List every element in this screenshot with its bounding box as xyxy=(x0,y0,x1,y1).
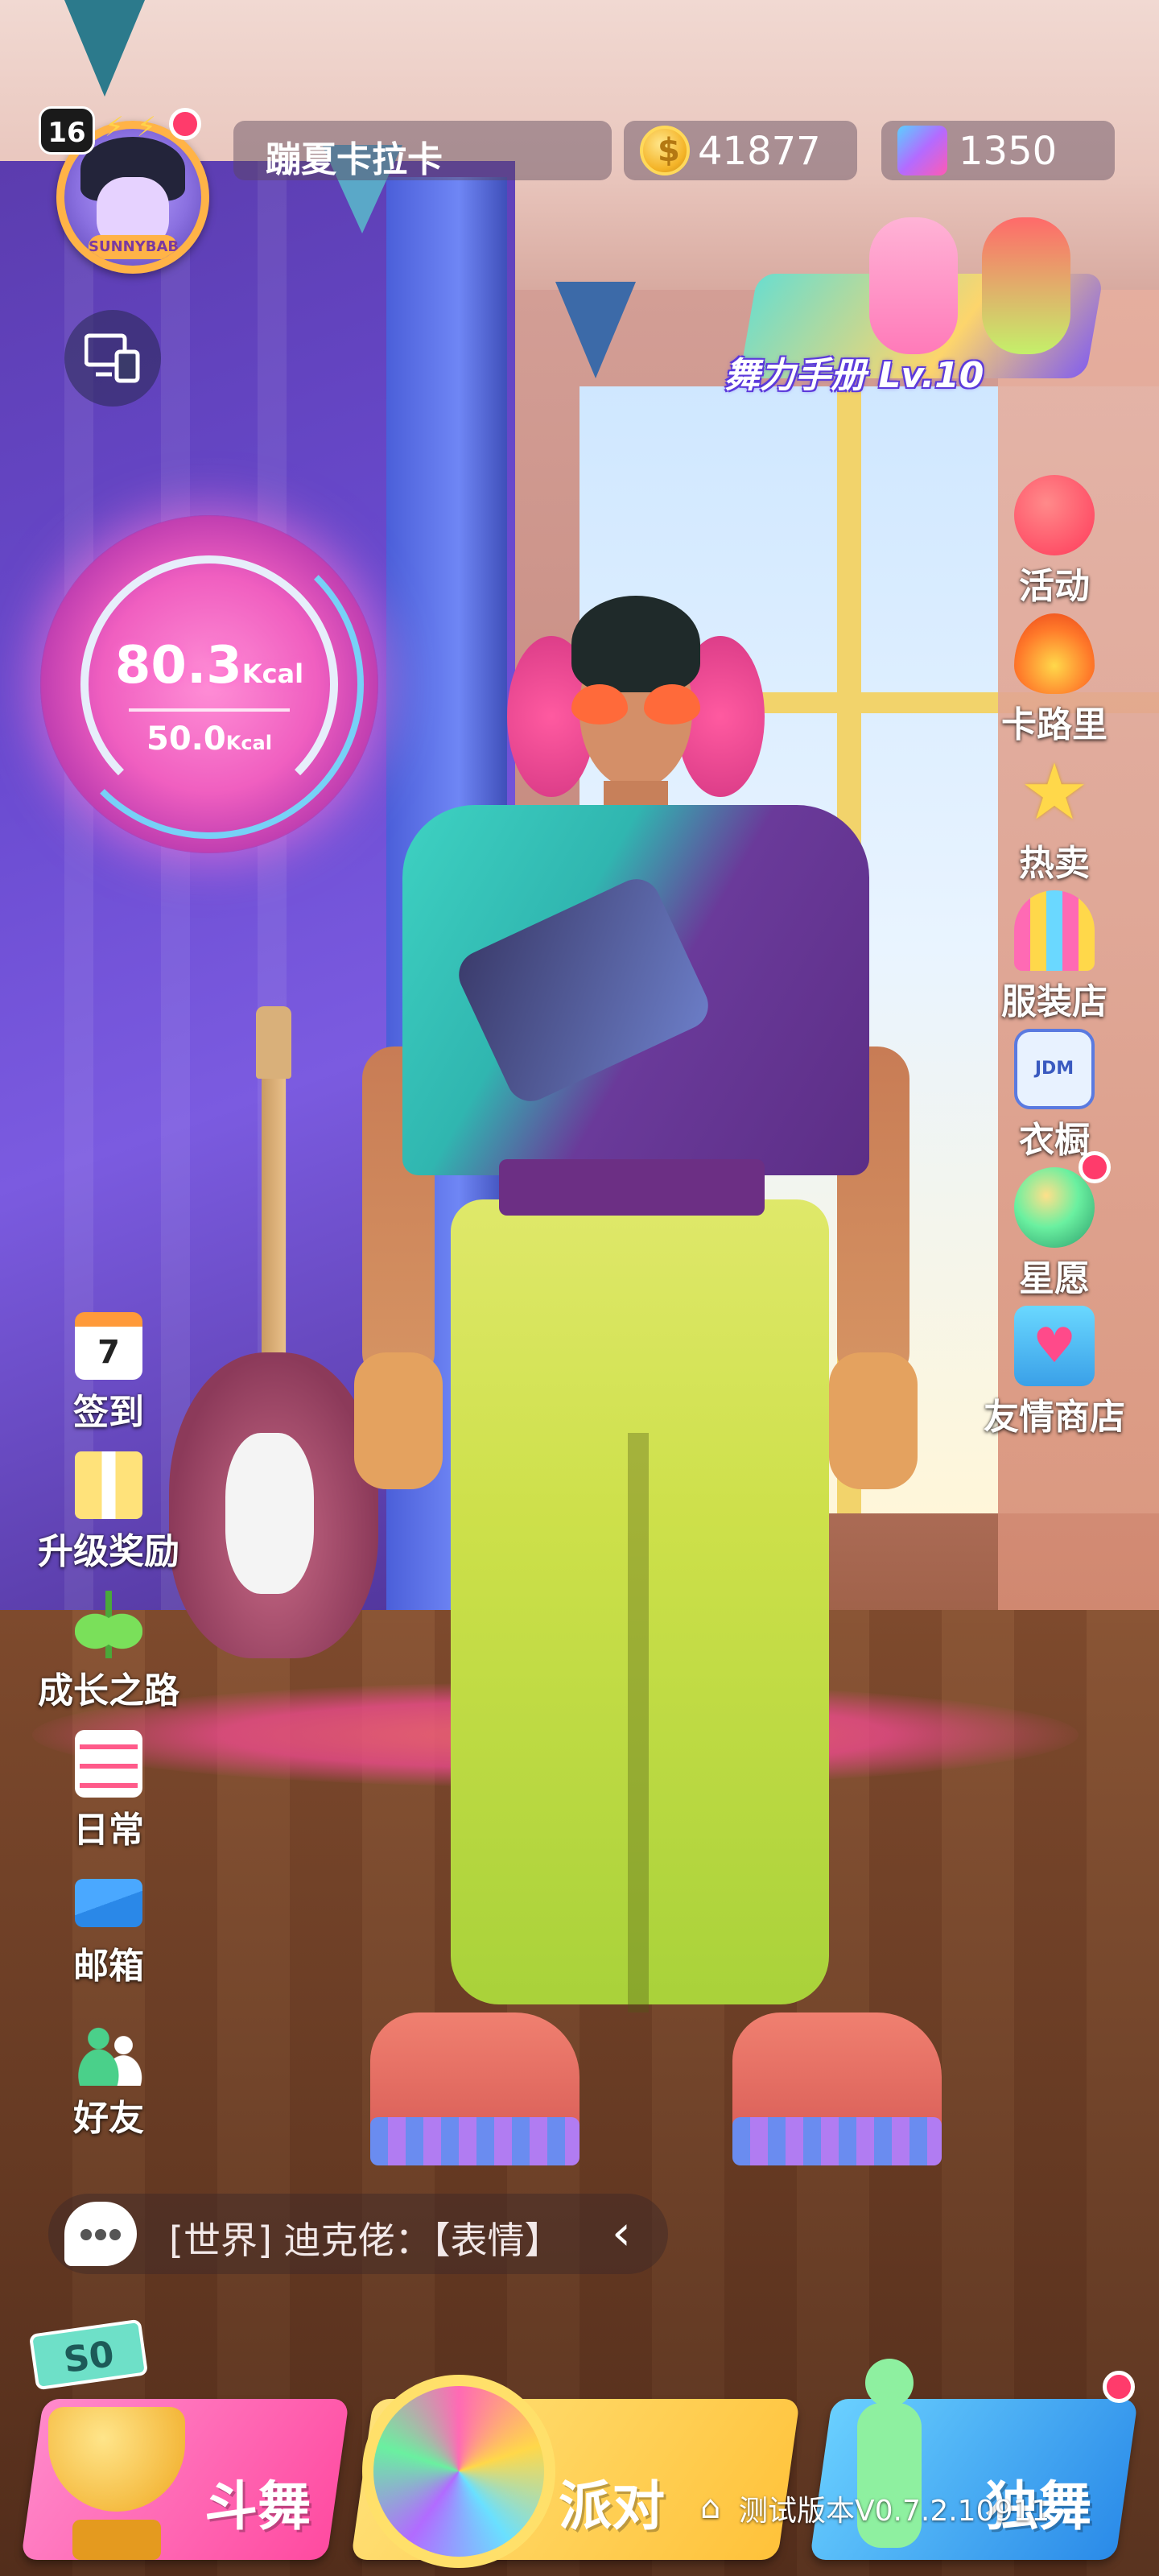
battle-dance-label: 斗舞 xyxy=(204,2475,311,2537)
home-icon: ⌂ xyxy=(700,2489,721,2526)
gift-bag-icon: ♥ xyxy=(1014,1306,1095,1386)
menu-friends[interactable]: 好友 xyxy=(24,2018,193,2157)
coin-counter[interactable]: 41877 xyxy=(624,121,857,180)
calendar-icon: 7 xyxy=(75,1312,142,1380)
gift-box-icon xyxy=(75,1451,142,1519)
balloons-icon xyxy=(1014,475,1095,555)
menu-growth-path[interactable]: 成长之路 xyxy=(24,1591,193,1730)
menu-upgrade-reward[interactable]: 升级奖励 xyxy=(24,1451,193,1591)
right-side-menu: 活动 卡路里 ★ 热卖 服装店 JDM 衣橱 星愿 ♥ 友情商店 xyxy=(982,475,1127,1444)
world-chat-bar[interactable]: [世界] 迪克佬：【表情】 ‹ xyxy=(48,2194,668,2274)
pennant-flag xyxy=(555,282,636,378)
chat-bubble-icon xyxy=(64,2202,137,2266)
menu-friendship-shop[interactable]: ♥ 友情商店 xyxy=(982,1306,1127,1444)
party-label: 派对 xyxy=(559,2475,666,2537)
wish-orb-icon xyxy=(1014,1167,1095,1248)
coin-amount: 41877 xyxy=(698,129,821,174)
menu-mailbox[interactable]: 邮箱 xyxy=(24,1879,193,2018)
disco-ball-icon xyxy=(362,2375,555,2568)
calorie-ring-display: 80.3Kcal 50.0Kcal xyxy=(40,515,378,853)
bolt-icon: ⚡ xyxy=(137,111,156,143)
screen-cast-icon xyxy=(85,333,140,383)
latest-chat-message: [世界] 迪克佬：【表情】 xyxy=(169,2219,562,2262)
dance-manual-label: 舞力手册 Lv.10 xyxy=(724,355,984,396)
gold-coin-icon xyxy=(640,126,690,175)
gem-counter[interactable]: 1350 xyxy=(881,121,1115,180)
menu-calories[interactable]: 卡路里 xyxy=(982,613,1127,752)
calorie-current: 80.3Kcal xyxy=(114,636,304,696)
menu-sign-in[interactable]: 7 签到 xyxy=(24,1312,193,1451)
screen-cast-button[interactable] xyxy=(64,310,161,407)
bolt-icon: ⚡ xyxy=(105,111,124,143)
bottom-mode-bar: 斗舞 S0 派对 独舞 xyxy=(0,2310,1159,2576)
shop-awning-icon xyxy=(1014,890,1095,971)
player-name: 蹦夏卡拉卡 xyxy=(266,139,443,180)
menu-clothing-store[interactable]: 服装店 xyxy=(982,890,1127,1029)
avatar-badge-text: SUNNYBAB xyxy=(89,235,179,259)
flame-icon xyxy=(1014,613,1095,694)
shirt-icon: JDM xyxy=(1014,1029,1095,1109)
menu-activity[interactable]: 活动 xyxy=(982,475,1127,613)
player-character[interactable] xyxy=(338,564,942,2214)
player-level-badge: 16 xyxy=(39,106,95,155)
gem-cube-icon xyxy=(897,126,947,175)
checklist-icon xyxy=(75,1730,142,1798)
avatar-notification-dot xyxy=(169,108,201,140)
menu-wardrobe[interactable]: JDM 衣橱 xyxy=(982,1029,1127,1167)
dancer-figure xyxy=(869,217,958,354)
menu-daily[interactable]: 日常 xyxy=(24,1730,193,1869)
menu-hot-sale[interactable]: ★ 热卖 xyxy=(982,752,1127,890)
mail-icon xyxy=(75,1879,142,1927)
friends-icon xyxy=(75,2018,142,2086)
left-side-menu: 7 签到 升级奖励 成长之路 日常 邮箱 好友 xyxy=(24,1312,193,2157)
sprout-icon xyxy=(75,1591,142,1658)
dancer-figure xyxy=(982,217,1070,354)
pennant-flag xyxy=(64,0,145,97)
version-label: ⌂ 测试版本V0.7.2.10911 xyxy=(700,2489,1050,2528)
solo-notification-dot xyxy=(1103,2371,1135,2403)
gem-amount: 1350 xyxy=(959,129,1058,174)
calorie-goal: 50.0Kcal xyxy=(146,720,272,758)
player-name-bar[interactable]: 蹦夏卡拉卡 xyxy=(233,121,612,180)
chevron-left-icon[interactable]: ‹ xyxy=(612,2205,631,2261)
star-icon: ★ xyxy=(1019,747,1090,837)
menu-star-wish[interactable]: 星愿 xyxy=(982,1151,1127,1306)
dance-manual-banner[interactable]: 舞力手册 Lv.10 xyxy=(708,217,1104,402)
star-wish-notification-dot xyxy=(1079,1151,1111,1183)
